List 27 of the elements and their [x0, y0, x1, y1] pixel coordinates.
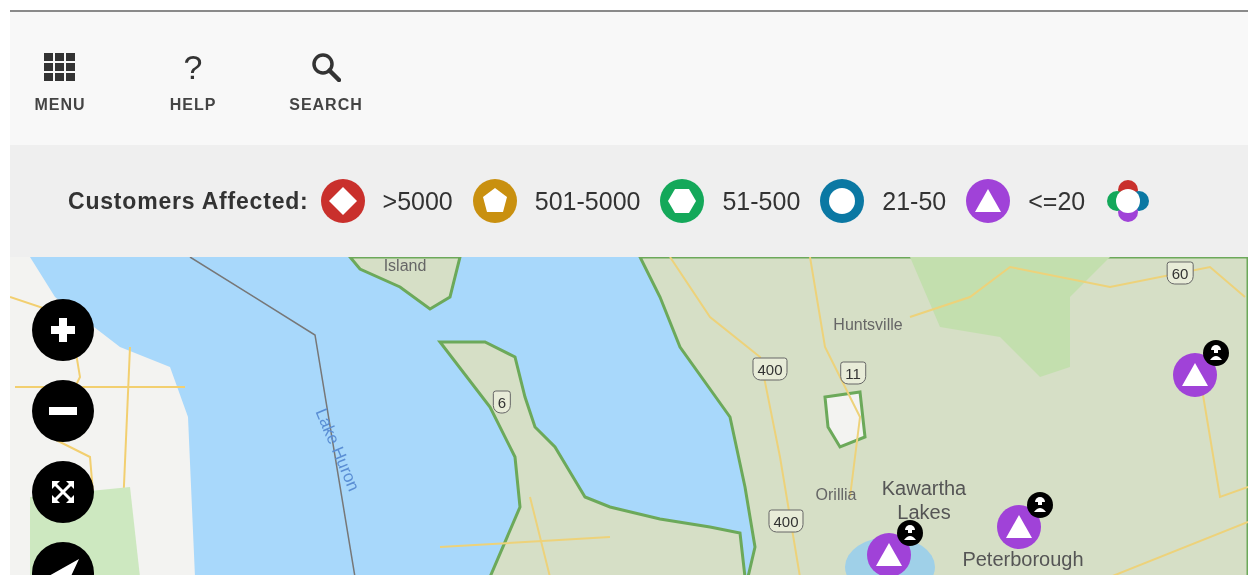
- menu-button[interactable]: MENU: [20, 50, 100, 145]
- legend-label: 501-5000: [534, 186, 641, 216]
- highway-shield: 400: [768, 509, 804, 533]
- place-label: Island: [383, 257, 427, 275]
- highway-shield: 400: [752, 357, 788, 381]
- legend-title: Customers Affected:: [68, 187, 309, 215]
- legend-label: <=20: [1028, 186, 1086, 216]
- lake-label: Lake Huron: [310, 405, 364, 495]
- search-button[interactable]: SEARCH: [286, 50, 366, 145]
- mixed-outage-icon: [1105, 178, 1152, 224]
- outage-marker-icon[interactable]: [1173, 353, 1217, 397]
- legend-label: 51-500: [722, 186, 801, 216]
- place-label: Kawartha Lakes: [880, 476, 968, 524]
- place-label: Peterborough: [961, 547, 1085, 571]
- outage-marker-icon[interactable]: [997, 505, 1041, 549]
- highway-shield: 11: [840, 361, 866, 385]
- highway-shield: 60: [1166, 261, 1194, 285]
- help-button[interactable]: ? HELP: [153, 50, 233, 145]
- question-icon: ?: [183, 50, 203, 84]
- place-label: Huntsville: [833, 316, 903, 334]
- search-icon: [311, 52, 341, 82]
- legend-label: >5000: [382, 186, 453, 216]
- town-area-shape: [823, 390, 867, 449]
- place-label: Orillia: [815, 486, 857, 504]
- outage-marker-icon[interactable]: [867, 533, 911, 575]
- grid-icon: [44, 53, 76, 81]
- legend-label: 21-50: [882, 186, 947, 216]
